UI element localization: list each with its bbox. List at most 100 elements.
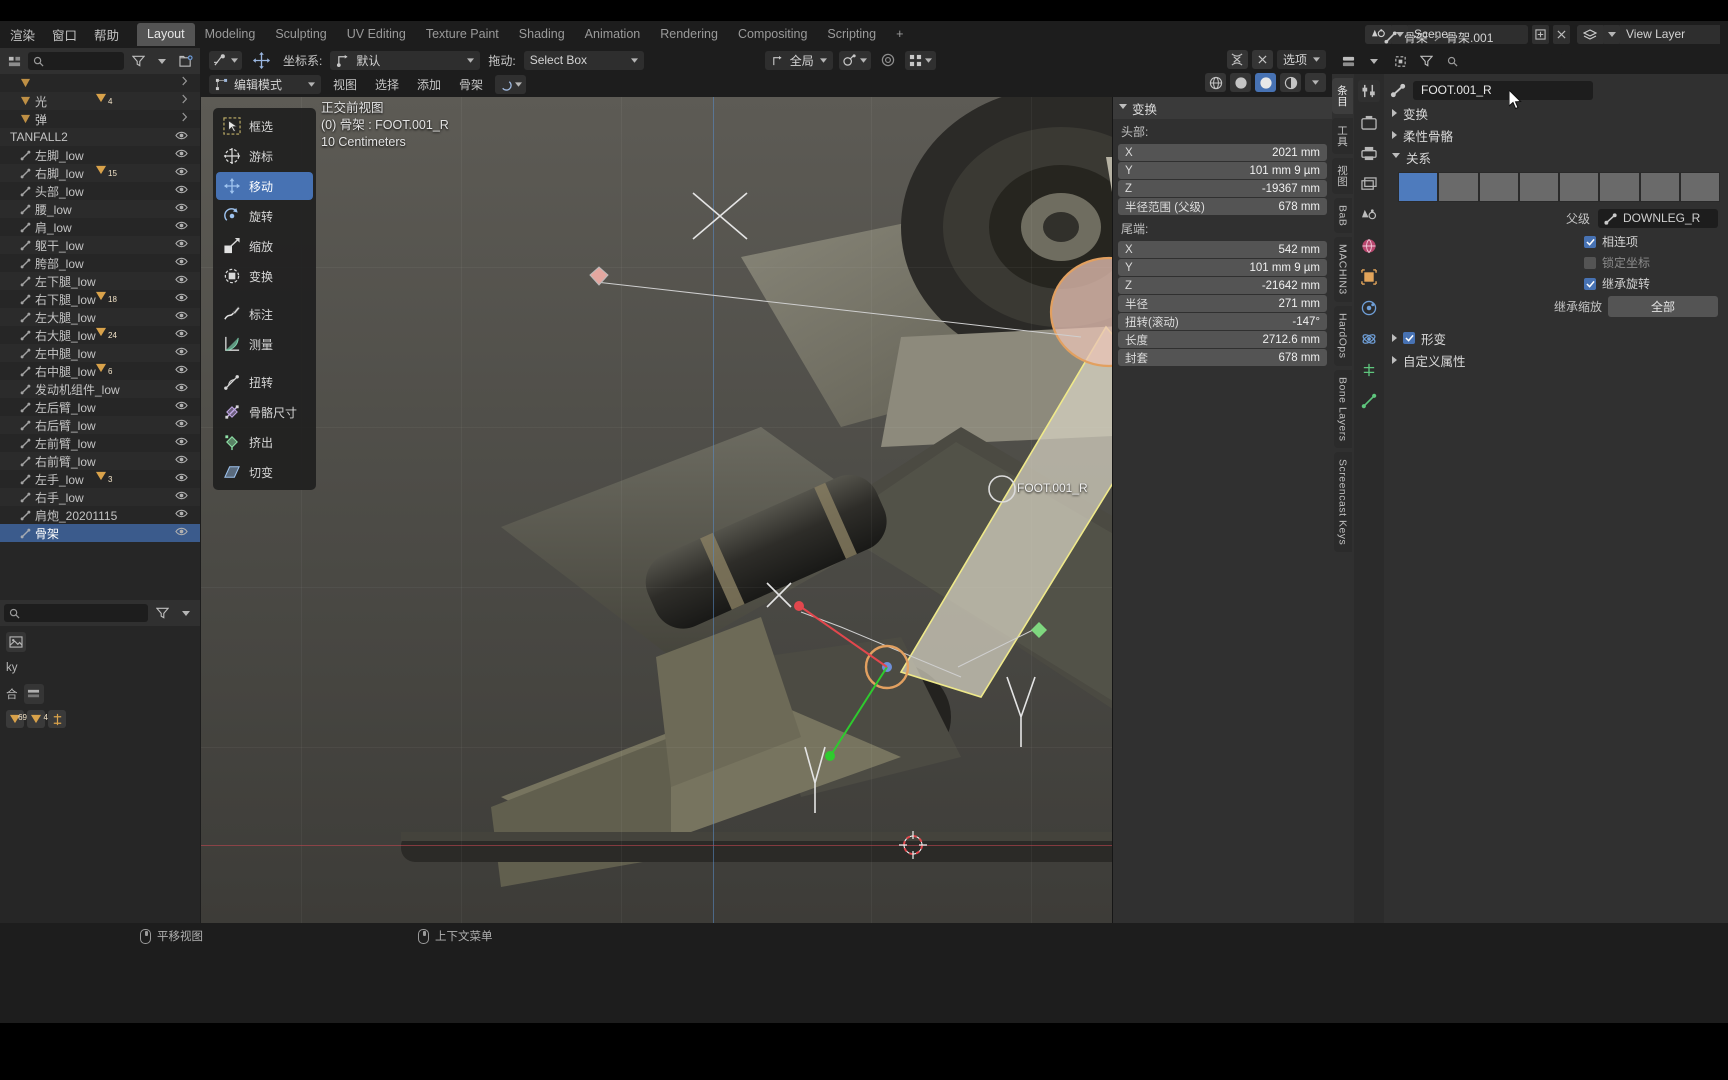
- properties-search-input-right[interactable]: [1442, 52, 1562, 70]
- tab-bone[interactable]: [1358, 390, 1380, 412]
- filter-icon[interactable]: [152, 604, 172, 622]
- outliner-row[interactable]: 左后臂_low: [0, 398, 200, 416]
- outliner-row[interactable]: 右大腿_low 24: [0, 326, 200, 344]
- tab-tool[interactable]: [1358, 80, 1380, 102]
- bone-layers-grid[interactable]: [1398, 172, 1720, 202]
- visibility-eye-icon[interactable]: [175, 292, 188, 303]
- drag-action-dropdown[interactable]: Select Box: [523, 50, 644, 70]
- outliner-modifier-badge[interactable]: 18: [95, 291, 117, 304]
- visibility-eye-icon[interactable]: [175, 220, 188, 231]
- view-layer-name[interactable]: View Layer: [1620, 25, 1720, 44]
- workspace-tab-+[interactable]: +: [886, 23, 913, 46]
- bone-layer-cell[interactable]: [1679, 172, 1720, 202]
- tab-modifiers[interactable]: [1358, 297, 1380, 319]
- visibility-eye-icon[interactable]: [175, 328, 188, 339]
- section-bbone[interactable]: 柔性骨骼: [1384, 124, 1728, 146]
- menu-render[interactable]: 渲染: [10, 25, 35, 44]
- outliner-row[interactable]: 光4: [0, 92, 200, 110]
- tab-world[interactable]: [1358, 235, 1380, 257]
- npanel-tab-工具[interactable]: 工具: [1332, 118, 1353, 154]
- visibility-eye-icon[interactable]: [175, 526, 188, 537]
- breadcrumb-bone[interactable]: 骨架.001: [1446, 29, 1493, 46]
- new-collection-icon[interactable]: [176, 52, 196, 70]
- shading-wireframe-button[interactable]: [1205, 73, 1226, 92]
- visibility-eye-icon[interactable]: [175, 256, 188, 267]
- section-deform[interactable]: 形变: [1384, 327, 1728, 349]
- visibility-eye-icon[interactable]: [175, 418, 188, 429]
- workspace-tab-texture-paint[interactable]: Texture Paint: [416, 23, 509, 46]
- tool-transform[interactable]: 变换: [216, 262, 313, 290]
- shading-material-button[interactable]: [1255, 73, 1276, 92]
- shading-dropdown-arrow[interactable]: [1305, 73, 1326, 92]
- transform-pivot-button[interactable]: [209, 50, 242, 70]
- shading-rendered-button[interactable]: [1280, 73, 1301, 92]
- outliner-search-input[interactable]: [28, 52, 124, 70]
- transform-section-header[interactable]: 变换: [1113, 97, 1332, 119]
- outliner-row[interactable]: 左前臂_low: [0, 434, 200, 452]
- tool-select-box[interactable]: 框选: [216, 112, 313, 140]
- workspace-tab-rendering[interactable]: Rendering: [650, 23, 728, 46]
- tool-measure[interactable]: 测量: [216, 330, 313, 358]
- outliner-row[interactable]: 左手_low 3: [0, 470, 200, 488]
- disclosure-arrow-icon[interactable]: [181, 112, 188, 122]
- delete-scene-button[interactable]: [1553, 25, 1570, 44]
- armature-display-dropdown[interactable]: [495, 74, 527, 94]
- filter-dropdown-arrow[interactable]: [176, 604, 196, 622]
- material-preview-row[interactable]: [6, 632, 194, 652]
- filter-icon[interactable]: [128, 52, 148, 70]
- bone-layer-cell[interactable]: [1559, 172, 1600, 202]
- npanel-field[interactable]: X 2021 mm: [1118, 144, 1327, 161]
- tab-view-layer[interactable]: [1358, 173, 1380, 195]
- npanel-field[interactable]: Y 101 mm 9 µm: [1118, 259, 1327, 276]
- mode-dropdown[interactable]: 编辑模式: [209, 74, 321, 94]
- visibility-eye-icon[interactable]: [175, 166, 188, 177]
- view-layer-selector[interactable]: View Layer: [1577, 25, 1720, 44]
- outliner-modifier-badge[interactable]: 4: [95, 93, 112, 106]
- workspace-tab-modeling[interactable]: Modeling: [195, 23, 266, 46]
- tool-scale[interactable]: 缩放: [216, 232, 313, 260]
- tab-scene[interactable]: [1358, 204, 1380, 226]
- inherit-rotation-checkbox[interactable]: [1584, 277, 1596, 290]
- outliner-row[interactable]: 右前臂_low: [0, 452, 200, 470]
- menu-select[interactable]: 选择: [369, 75, 405, 94]
- npanel-tab-bone-layers[interactable]: Bone Layers: [1333, 369, 1352, 449]
- tool-annotate[interactable]: 标注: [216, 300, 313, 328]
- visibility-eye-icon[interactable]: [175, 472, 188, 483]
- disclosure-arrow-icon[interactable]: [181, 94, 188, 104]
- npanel-field[interactable]: X 542 mm: [1118, 241, 1327, 258]
- npanel-field[interactable]: Z -19367 mm: [1118, 180, 1327, 197]
- inherit-rotation-row[interactable]: 继承旋转: [1384, 273, 1728, 294]
- outliner-row[interactable]: 左中腿_low: [0, 344, 200, 362]
- visibility-eye-icon[interactable]: [175, 490, 188, 501]
- workspace-tab-shading[interactable]: Shading: [509, 23, 575, 46]
- outliner-row[interactable]: [0, 74, 200, 92]
- outliner-row[interactable]: 右中腿_low 6: [0, 362, 200, 380]
- npanel-tab-视图[interactable]: 视图: [1332, 158, 1353, 194]
- tool-shear[interactable]: 切变: [216, 458, 313, 486]
- workspace-tab-compositing[interactable]: Compositing: [728, 23, 817, 46]
- properties-filter-icon[interactable]: [1416, 52, 1436, 70]
- properties-editor-type-icon[interactable]: [1338, 52, 1358, 70]
- shading-solid-button[interactable]: [1230, 73, 1251, 92]
- viewport-3d[interactable]: STAN WARNING SECURITY Dumping: [201, 48, 1332, 923]
- npanel-field[interactable]: 扭转(滚动) -147°: [1118, 313, 1327, 330]
- tool-extrude[interactable]: 挤出: [216, 428, 313, 456]
- breadcrumb-armature[interactable]: 骨架: [1404, 29, 1428, 46]
- snap-toggle[interactable]: [838, 50, 871, 70]
- close-xray-button[interactable]: [1251, 50, 1273, 69]
- deform-checkbox[interactable]: [1403, 332, 1415, 344]
- connected-checkbox[interactable]: [1584, 235, 1596, 248]
- outliner-row[interactable]: 肩炮_20201115: [0, 506, 200, 524]
- outliner-row[interactable]: 弹: [0, 110, 200, 128]
- bone-layer-cell[interactable]: [1639, 172, 1680, 202]
- menu-window[interactable]: 窗口: [52, 25, 77, 44]
- tool-roll[interactable]: 扭转: [216, 368, 313, 396]
- menu-add[interactable]: 添加: [411, 75, 447, 94]
- properties-search-input[interactable]: [4, 604, 148, 622]
- outliner-row[interactable]: 发动机组件_low: [0, 380, 200, 398]
- outliner-row[interactable]: 右后臂_low: [0, 416, 200, 434]
- npanel-field[interactable]: Z -21642 mm: [1118, 277, 1327, 294]
- tool-move[interactable]: 移动: [216, 172, 313, 200]
- tool-rotate[interactable]: 旋转: [216, 202, 313, 230]
- tab-physics[interactable]: [1358, 328, 1380, 350]
